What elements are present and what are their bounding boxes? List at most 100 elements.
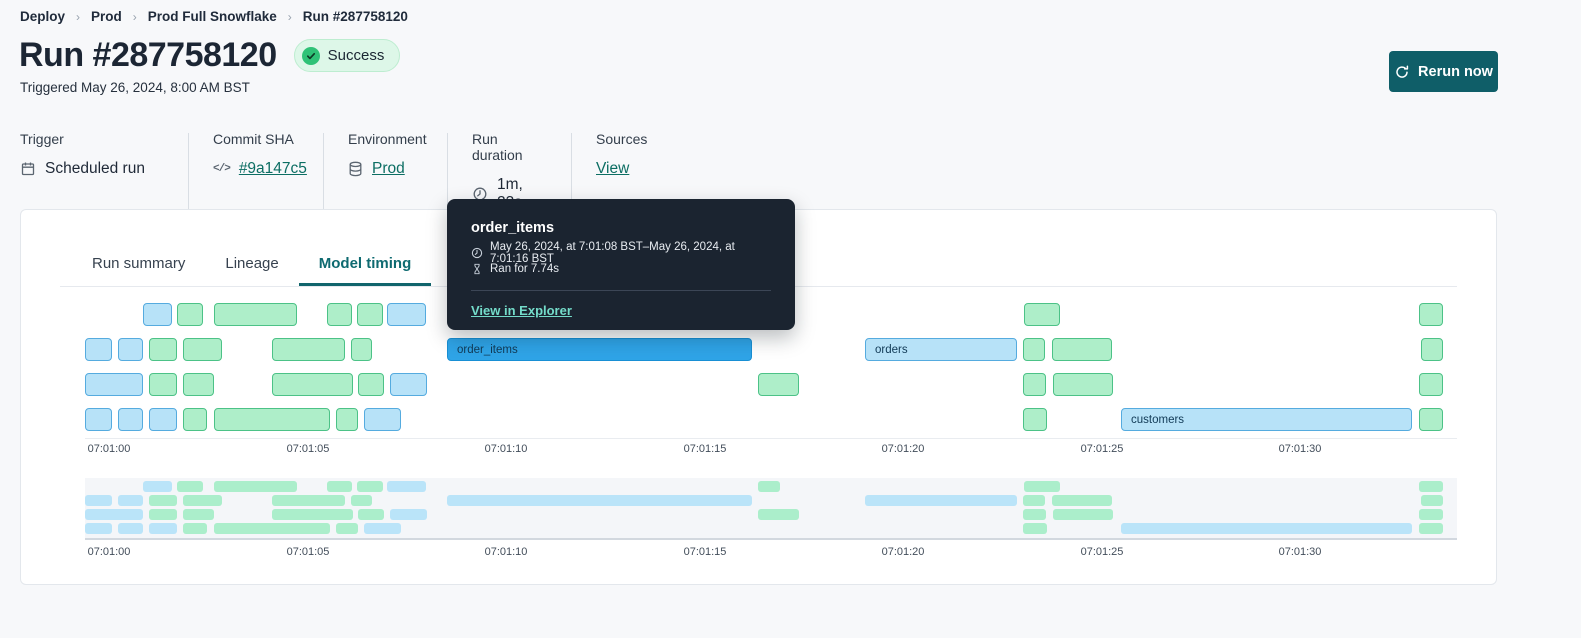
- minimap-bar: [1419, 523, 1443, 534]
- meta-environment: Environment Prod: [348, 131, 427, 212]
- tab-lineage[interactable]: Lineage: [205, 240, 298, 286]
- trigger-value: Scheduled run: [45, 160, 145, 177]
- gantt-bar[interactable]: [387, 303, 426, 326]
- refresh-icon: [1394, 64, 1410, 80]
- gantt-bar[interactable]: [183, 408, 207, 431]
- clock-icon: [471, 247, 483, 259]
- chevron-right-icon: ›: [132, 9, 137, 24]
- divider: [323, 133, 324, 212]
- minimap-bar: [865, 495, 1017, 506]
- gantt-bar[interactable]: [143, 303, 172, 326]
- gantt-bar[interactable]: [1024, 303, 1060, 326]
- gantt-bar[interactable]: [214, 303, 297, 326]
- gantt-bar-label: customers: [1131, 413, 1185, 426]
- minimap-bar: [183, 523, 207, 534]
- minimap-bar: [758, 481, 780, 492]
- minimap-bar: [358, 509, 384, 520]
- gantt-bar[interactable]: [358, 373, 384, 396]
- gantt-bar[interactable]: [364, 408, 401, 431]
- gantt-bar[interactable]: [118, 408, 143, 431]
- gantt-bar[interactable]: [85, 373, 143, 396]
- minimap-bar: [183, 509, 214, 520]
- minimap-bar: [447, 495, 752, 506]
- gantt-bar-label: order_items: [457, 343, 518, 356]
- gantt-bar[interactable]: [149, 373, 177, 396]
- gantt-bar[interactable]: [183, 338, 222, 361]
- title-row: Run #287758120 Success: [19, 36, 401, 75]
- meta-trigger: Trigger Scheduled run: [20, 131, 164, 212]
- minimap-strip[interactable]: [85, 478, 1457, 540]
- axis-tick-label: 07:01:00: [87, 443, 131, 455]
- breadcrumb-prod[interactable]: Prod: [91, 9, 122, 24]
- tooltip-model-name: order_items: [471, 220, 555, 236]
- axis-tick-label: 07:01:25: [1080, 443, 1124, 455]
- rerun-now-button[interactable]: Rerun now: [1389, 51, 1498, 92]
- chevron-right-icon: ›: [287, 9, 292, 24]
- minimap-bar: [357, 481, 383, 492]
- minimap-bar: [1023, 495, 1045, 506]
- gantt-bar[interactable]: [351, 338, 372, 361]
- environment-link[interactable]: Prod: [372, 160, 405, 178]
- axis-tick-label: 07:01:15: [683, 443, 727, 455]
- view-in-explorer-link[interactable]: View in Explorer: [471, 303, 572, 318]
- meta-commit-sha: Commit SHA </> #9a147c5: [213, 131, 307, 212]
- axis-tick-label: 07:01:20: [881, 546, 925, 558]
- gantt-bar[interactable]: [1419, 303, 1443, 326]
- gantt-bar-orders[interactable]: orders: [865, 338, 1017, 361]
- triggered-timestamp: Triggered May 26, 2024, 8:00 AM BST: [20, 80, 250, 95]
- gantt-bar[interactable]: [758, 373, 799, 396]
- minimap-x-axis: 07:01:00 07:01:05 07:01:10 07:01:15 07:01:20…: [85, 546, 1457, 560]
- minimap-bar: [183, 495, 222, 506]
- gantt-bar[interactable]: [1419, 408, 1443, 431]
- gantt-bar[interactable]: [118, 338, 143, 361]
- sources-view-link[interactable]: View: [596, 160, 629, 178]
- minimap-bar: [149, 509, 177, 520]
- hourglass-icon: [471, 263, 483, 275]
- axis-tick-label: 07:01:05: [286, 443, 330, 455]
- gantt-bar[interactable]: [214, 408, 330, 431]
- minimap-bar: [758, 509, 799, 520]
- gantt-bar[interactable]: [183, 373, 214, 396]
- gantt-bar[interactable]: [1053, 373, 1113, 396]
- gantt-bar[interactable]: [336, 408, 358, 431]
- gantt-bar[interactable]: [272, 373, 353, 396]
- gantt-bar[interactable]: [149, 408, 177, 431]
- rerun-now-label: Rerun now: [1418, 63, 1493, 80]
- meta-label: Environment: [348, 131, 427, 147]
- minimap-bar: [85, 495, 112, 506]
- divider: [188, 133, 189, 212]
- gantt-bar[interactable]: [390, 373, 427, 396]
- gantt-bar[interactable]: [85, 338, 112, 361]
- gantt-bar[interactable]: [1419, 373, 1443, 396]
- minimap-bar: [149, 495, 177, 506]
- axis-tick-label: 07:01:20: [881, 443, 925, 455]
- gantt-bar[interactable]: [272, 338, 345, 361]
- gantt-bar[interactable]: [1023, 338, 1045, 361]
- status-badge: Success: [293, 39, 401, 72]
- gantt-bar[interactable]: [1052, 338, 1112, 361]
- gantt-bar[interactable]: [327, 303, 352, 326]
- breadcrumb-deploy[interactable]: Deploy: [20, 9, 65, 24]
- tab-model-timing[interactable]: Model timing: [299, 240, 432, 286]
- gantt-bar-customers[interactable]: customers: [1121, 408, 1412, 431]
- minimap-bar: [327, 481, 352, 492]
- gantt-bar[interactable]: [177, 303, 203, 326]
- gantt-bar[interactable]: [357, 303, 383, 326]
- gantt-bar-order_items[interactable]: order_items: [447, 338, 752, 361]
- minimap-bar: [214, 481, 297, 492]
- minimap-bar: [387, 481, 426, 492]
- breadcrumb-job[interactable]: Prod Full Snowflake: [148, 9, 277, 24]
- tooltip-duration: Ran for 7.74s: [490, 263, 560, 275]
- gantt-bar[interactable]: [1023, 408, 1047, 431]
- gantt-bar[interactable]: [85, 408, 112, 431]
- run-page: Deploy › Prod › Prod Full Snowflake › Ru…: [0, 0, 1581, 638]
- minimap-bar: [1121, 523, 1412, 534]
- axis-tick-label: 07:01:25: [1080, 546, 1124, 558]
- gantt-bar[interactable]: [149, 338, 177, 361]
- minimap-bar: [85, 523, 112, 534]
- gantt-bar[interactable]: [1023, 373, 1046, 396]
- minimap-bar: [272, 509, 353, 520]
- gantt-bar[interactable]: [1421, 338, 1443, 361]
- tab-run-summary[interactable]: Run summary: [72, 240, 205, 286]
- commit-sha-link[interactable]: #9a147c5: [239, 160, 307, 178]
